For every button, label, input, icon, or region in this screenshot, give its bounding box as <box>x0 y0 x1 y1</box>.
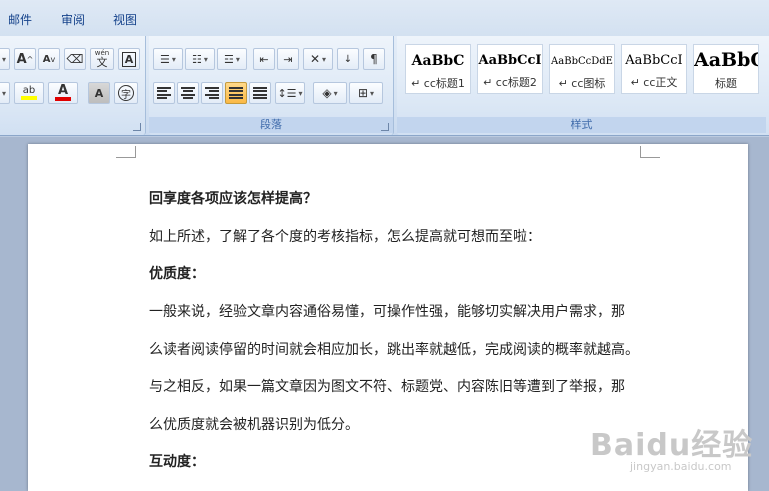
distributed-icon <box>253 87 267 99</box>
decrease-indent-icon: ⇤ <box>259 52 269 66</box>
ribbon: ▾ A ^ Av ⌫ wén 文 A ▾ ab A A 字 ☰ ▾ ☷ ▾ ☲ … <box>0 36 769 136</box>
numbering-button[interactable]: ☷ ▾ <box>185 48 215 70</box>
align-center-button[interactable] <box>177 82 199 104</box>
style-name: ↵ cc正文 <box>630 76 678 89</box>
style-item-heading2[interactable]: AaBbCcI ↵ cc标题2 <box>477 44 543 94</box>
highlight-button[interactable]: ab <box>14 82 44 104</box>
grow-font-icon: A <box>16 51 27 67</box>
style-sample: AaBbCcDdE <box>551 56 613 67</box>
font-group: ▾ A ^ Av ⌫ wén 文 A ▾ ab A A 字 <box>0 36 146 135</box>
font-color-bar <box>55 97 71 101</box>
doc-line: 互动度： <box>149 454 205 470</box>
ribbon-tab-bar: 邮件 审阅 视图 <box>0 0 769 36</box>
doc-line: 优质度： <box>149 266 205 282</box>
bullets-button[interactable]: ☰ ▾ <box>153 48 183 70</box>
sort-button[interactable]: ↓ <box>337 48 359 70</box>
highlighter-icon: ab <box>22 85 36 96</box>
distributed-button[interactable] <box>249 82 271 104</box>
tab-mailings[interactable]: 邮件 <box>8 11 32 28</box>
styles-group: AaBbC ↵ cc标题1 AaBbCcI ↵ cc标题2 AaBbCcDdE … <box>397 36 769 135</box>
boxed-a-icon: A <box>121 51 137 67</box>
style-name: ↵ cc标题1 <box>411 77 465 90</box>
align-right-icon <box>205 87 219 99</box>
clear-format-button[interactable]: ⌫ <box>64 48 86 70</box>
justify-button[interactable] <box>225 82 247 104</box>
style-name: ↵ cc标题2 <box>483 76 537 89</box>
baidu-watermark: Baidu经验 jingyan.baidu.com <box>590 420 753 473</box>
style-item-body[interactable]: AaBbCcI ↵ cc正文 <box>621 44 687 94</box>
style-name: ↵ cc图标 <box>558 77 606 90</box>
font-dialog-launcher[interactable] <box>133 123 141 131</box>
doc-line: 回享度各项应该怎样提高？ <box>149 191 317 207</box>
character-shading-button[interactable]: A <box>88 82 110 104</box>
font-color-icon: A <box>57 83 69 98</box>
increase-indent-button[interactable]: ⇥ <box>277 48 299 70</box>
line-spacing-icon: ↕☰ <box>277 86 297 100</box>
style-name: 标题 <box>715 77 737 90</box>
text-effect-dropdown[interactable]: ▾ <box>0 82 10 104</box>
character-border-button[interactable]: A <box>118 48 140 70</box>
border-icon: ⊞ <box>357 86 369 100</box>
doc-line: 如上所述，了解了各个度的考核指标，怎么提高就可想而至啦： <box>149 229 541 245</box>
doc-line: 么优质度就会被机器识别为低分。 <box>149 417 359 433</box>
grow-font-button[interactable]: A ^ <box>14 48 36 70</box>
decrease-indent-button[interactable]: ⇤ <box>253 48 275 70</box>
style-item-title[interactable]: AaBbC 标题 <box>693 44 759 94</box>
style-item-caption[interactable]: AaBbCcDdE ↵ cc图标 <box>549 44 615 94</box>
multilevel-list-button[interactable]: ☲ ▾ <box>217 48 247 70</box>
line-spacing-button[interactable]: ↕☰ ▾ <box>275 82 305 104</box>
eraser-icon: ⌫ <box>66 52 84 66</box>
align-left-icon <box>157 87 171 99</box>
watermark-logo: Baidu经验 <box>590 428 754 463</box>
shrink-font-icon: A <box>42 53 51 65</box>
margin-corner-mark <box>640 146 660 158</box>
enclose-characters-button[interactable]: 字 <box>114 82 138 104</box>
paint-bucket-icon: ◈ <box>322 86 332 100</box>
shaded-a-icon: A <box>94 86 104 100</box>
multilevel-list-icon: ☲ <box>224 52 234 66</box>
borders-button[interactable]: ⊞ ▾ <box>349 82 383 104</box>
margin-corner-mark <box>116 146 136 158</box>
phonetic-char: 文 <box>96 56 108 69</box>
styles-group-label: 样式 <box>397 117 766 133</box>
chinese-layout-icon: ✕ <box>309 52 321 66</box>
style-sample: AaBbCcI <box>625 53 683 68</box>
paragraph-group-label: 段落 <box>149 117 393 133</box>
doc-line: 么读者阅读停留的时间就会相应加长，跳出率就越低，完成阅读的概率就越高。 <box>149 342 639 358</box>
style-sample: AaBbC <box>694 49 758 71</box>
style-item-heading1[interactable]: AaBbC ↵ cc标题1 <box>405 44 471 94</box>
paragraph-group: ☰ ▾ ☷ ▾ ☲ ▾ ⇤ ⇥ ✕ ▾ ↓ ¶ ↕☰ ▾ ◈ ▾ ⊞ ▾ 段落 <box>149 36 394 135</box>
tab-view[interactable]: 视图 <box>113 11 137 28</box>
shrink-font-button[interactable]: Av <box>38 48 60 70</box>
style-sample: AaBbC <box>411 53 465 69</box>
pilcrow-icon: ¶ <box>370 52 378 66</box>
font-color-button[interactable]: A <box>48 82 78 104</box>
justify-icon <box>229 87 243 99</box>
font-size-dropdown[interactable]: ▾ <box>0 48 10 70</box>
show-marks-button[interactable]: ¶ <box>363 48 385 70</box>
doc-line: 一般来说，经验文章内容通俗易懂，可操作性强，能够切实解决用户需求，那 <box>149 304 625 320</box>
paragraph-dialog-launcher[interactable] <box>381 123 389 131</box>
align-right-button[interactable] <box>201 82 223 104</box>
numbering-icon: ☷ <box>192 52 202 66</box>
align-left-button[interactable] <box>153 82 175 104</box>
increase-indent-icon: ⇥ <box>283 52 293 66</box>
doc-line: 与之相反，如果一篇文章因为图文不符、标题党、内容陈旧等遭到了举报，那 <box>149 379 625 395</box>
style-sample: AaBbCcI <box>478 53 542 68</box>
chinese-layout-button[interactable]: ✕ ▾ <box>303 48 333 70</box>
sort-az-icon: ↓ <box>343 53 353 65</box>
shading-button[interactable]: ◈ ▾ <box>313 82 347 104</box>
enclose-char-icon: 字 <box>118 85 134 101</box>
phonetic-guide-button[interactable]: wén 文 <box>90 48 114 70</box>
align-center-icon <box>181 87 195 99</box>
highlight-color-bar <box>21 96 37 100</box>
bullets-icon: ☰ <box>160 52 170 66</box>
tab-review[interactable]: 审阅 <box>61 11 85 28</box>
